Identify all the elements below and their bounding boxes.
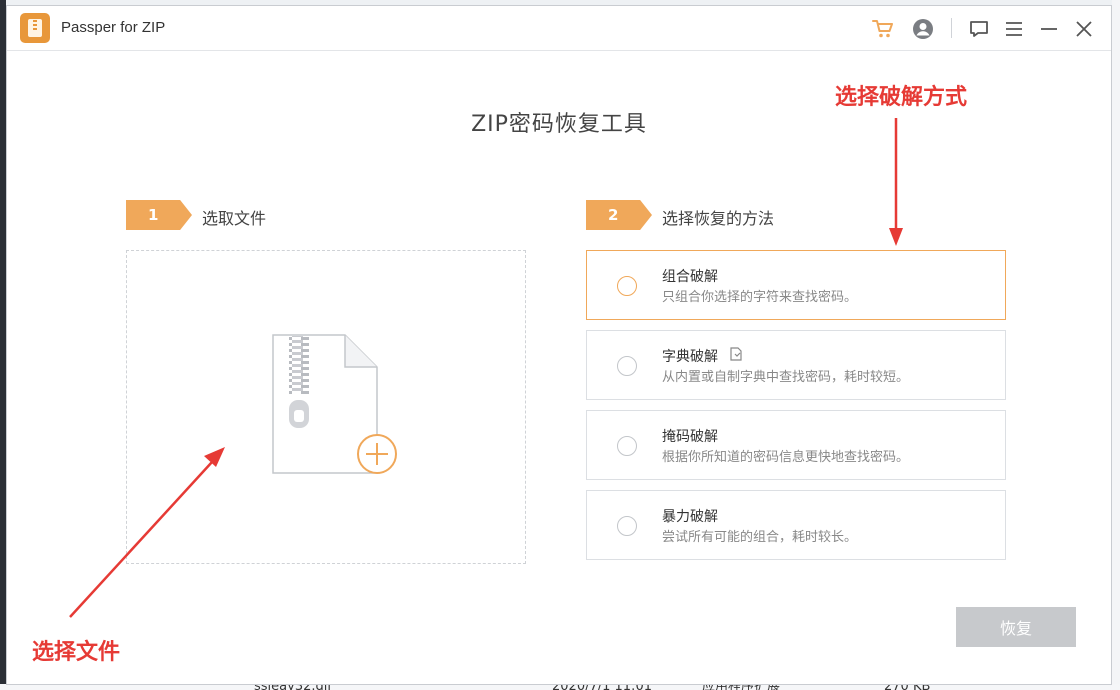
step-2-label: 选择恢复的方法 [662, 209, 775, 228]
method-combination-radio[interactable] [617, 276, 637, 296]
title-separator [951, 18, 952, 38]
method-mask-card[interactable]: 掩码破解 根据你所知道的密码信息更快地查找密码。 [586, 410, 1006, 480]
cart-icon[interactable] [871, 17, 895, 41]
title-bar: Passper for ZIP [7, 6, 1111, 51]
method-bruteforce-desc: 尝试所有可能的组合，耗时较长。 [662, 530, 858, 545]
annotation-choose-method: 选择破解方式 [835, 85, 968, 110]
method-mask-name: 掩码破解 [662, 429, 718, 445]
file-drop-zone[interactable] [126, 250, 526, 564]
account-icon[interactable] [911, 17, 935, 41]
method-bruteforce-card[interactable]: 暴力破解 尝试所有可能的组合，耗时较长。 [586, 490, 1006, 560]
method-combination-card[interactable]: 组合破解 只组合你选择的字符来查找密码。 [586, 250, 1006, 320]
dictionary-file-icon[interactable] [729, 347, 743, 361]
method-combination-desc: 只组合你选择的字符来查找密码。 [662, 290, 858, 305]
step-2-badge: 2 [586, 200, 652, 230]
app-title: Passper for ZIP [61, 19, 166, 36]
method-mask-radio[interactable] [617, 436, 637, 456]
app-logo-icon [20, 13, 50, 43]
method-dictionary-desc: 从内置或自制字典中查找密码，耗时较短。 [662, 370, 910, 385]
close-icon[interactable] [1072, 17, 1096, 41]
method-dictionary-card[interactable]: 字典破解 从内置或自制字典中查找密码，耗时较短。 [586, 330, 1006, 400]
annotation-choose-file: 选择文件 [32, 640, 121, 665]
method-combination-name: 组合破解 [662, 269, 718, 285]
menu-icon[interactable] [1002, 17, 1026, 41]
feedback-icon[interactable] [967, 17, 991, 41]
background-right-strip [1112, 0, 1120, 690]
step-1-badge: 1 [126, 200, 192, 230]
method-dictionary-radio[interactable] [617, 356, 637, 376]
method-mask-desc: 根据你所知道的密码信息更快地查找密码。 [662, 450, 910, 465]
recover-button[interactable]: 恢复 [956, 607, 1076, 647]
method-dictionary-name: 字典破解 [662, 349, 718, 365]
method-bruteforce-name: 暴力破解 [662, 509, 718, 525]
step-1-label: 选取文件 [202, 209, 267, 228]
method-bruteforce-radio[interactable] [617, 516, 637, 536]
zip-file-add-icon [272, 334, 397, 474]
minimize-icon[interactable] [1037, 17, 1061, 41]
